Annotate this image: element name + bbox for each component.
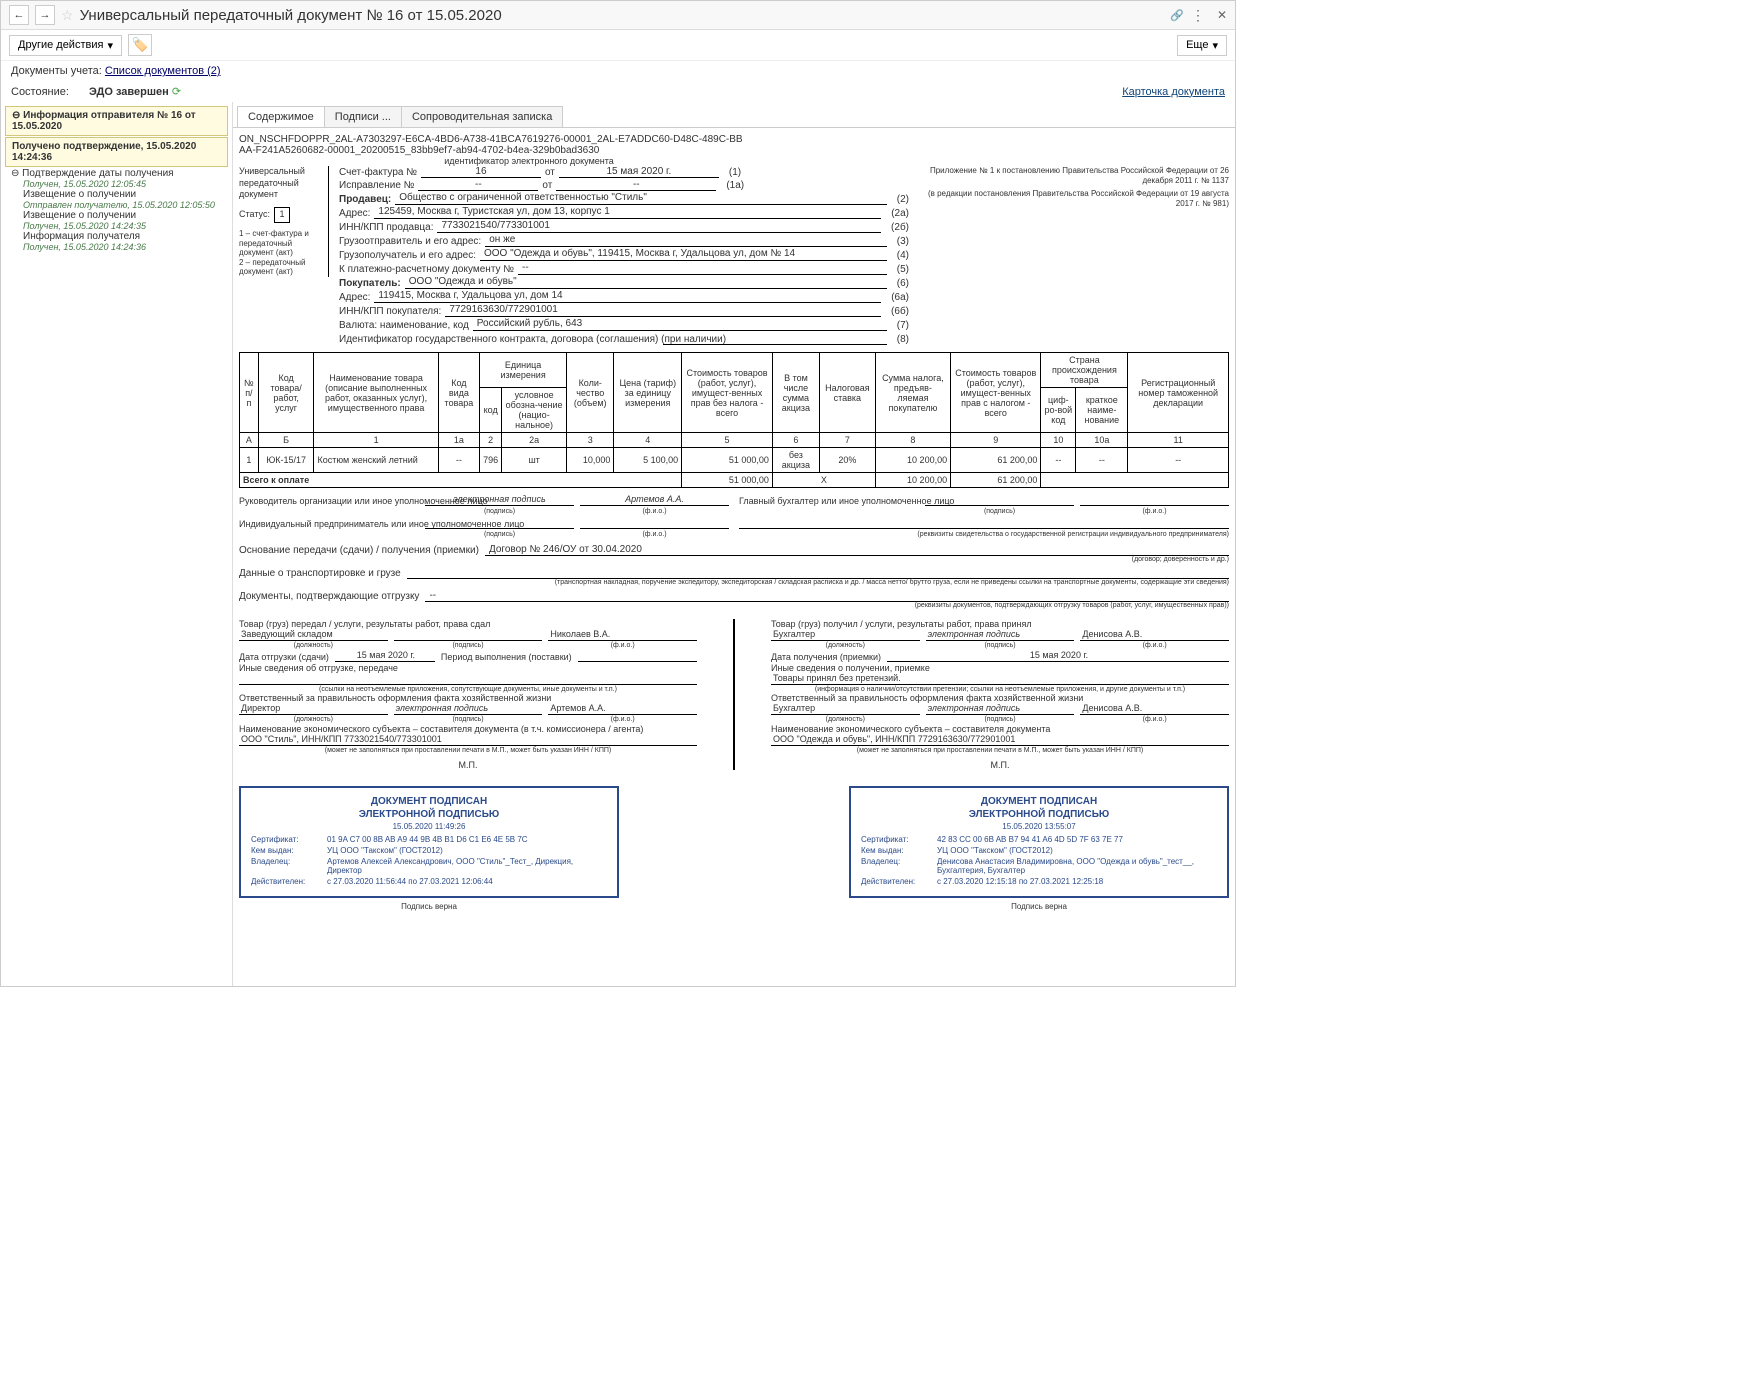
tabs: Содержимое Подписи ... Сопроводительная …: [233, 102, 1235, 128]
sidebar-confirm-date[interactable]: ⊖ Подтверждение даты получения: [5, 168, 228, 179]
nav-back-button[interactable]: ←: [9, 5, 29, 25]
tab-signatures[interactable]: Подписи ...: [324, 106, 402, 127]
titlebar: ← → ☆ Универсальный передаточный докумен…: [1, 1, 1235, 30]
more-button[interactable]: Еще ▾: [1177, 35, 1227, 56]
close-icon[interactable]: ✕: [1217, 8, 1227, 22]
link-icon[interactable]: 🔗: [1169, 7, 1185, 23]
upd-left-block: Универсальный передаточный документ Стат…: [239, 166, 329, 277]
tab-cover-note[interactable]: Сопроводительная записка: [401, 106, 563, 127]
sidebar: ⊖ Информация отправителя № 16 от 15.05.2…: [1, 102, 233, 986]
invoice-form: Счет-фактура №16от15 мая 2020 г.(1) Испр…: [339, 166, 909, 346]
chevron-down-icon: ▾: [107, 39, 113, 52]
document-card-link[interactable]: Карточка документа: [1122, 86, 1225, 98]
sidebar-notice-2[interactable]: Извещение о получении: [5, 210, 228, 221]
document-area: ON_NSCHFDOPPR_2AL-A7303297-E6CA-4BD6-A73…: [233, 128, 1235, 986]
toolbar: Другие действия ▾ 🏷️ Еще ▾: [1, 30, 1235, 61]
other-actions-button[interactable]: Другие действия ▾: [9, 35, 122, 56]
signature-stamp-2: ДОКУМЕНТ ПОДПИСАН ЭЛЕКТРОННОЙ ПОДПИСЬЮ 1…: [849, 786, 1229, 898]
items-table: № п/пКод товара/ работ, услуг Наименован…: [239, 352, 1229, 488]
signature-stamp-1: ДОКУМЕНТ ПОДПИСАН ЭЛЕКТРОННОЙ ПОДПИСЬЮ 1…: [239, 786, 619, 898]
table-row: 1ЮК-15/17Костюм женский летний--796шт10,…: [240, 448, 1229, 473]
window-title: Универсальный передаточный документ № 16…: [80, 7, 1163, 24]
transfer-right: Товар (груз) получил / услуги, результат…: [771, 619, 1229, 770]
status-box: 1: [274, 207, 290, 223]
tab-content[interactable]: Содержимое: [237, 106, 325, 127]
sidebar-notice-1[interactable]: Извещение о получении: [5, 189, 228, 200]
state-row: Состояние: ЭДО завершен ⟳ Карточка докум…: [1, 81, 1235, 102]
menu-icon[interactable]: ⋮: [1191, 7, 1205, 24]
sidebar-recipient-info[interactable]: Информация получателя: [5, 231, 228, 242]
refresh-icon[interactable]: ⟳: [172, 86, 181, 98]
tree-icon-button[interactable]: 🏷️: [128, 34, 152, 56]
state-value: ЭДО завершен: [89, 86, 169, 98]
transfer-left: Товар (груз) передал / услуги, результат…: [239, 619, 697, 770]
sidebar-confirm-received: Получено подтверждение, 15.05.2020 14:24…: [5, 137, 228, 167]
nav-forward-button[interactable]: →: [35, 5, 55, 25]
documents-accounting: Документы учета: Список документов (2): [1, 61, 1235, 81]
doc-id-line1: ON_NSCHFDOPPR_2AL-A7303297-E6CA-4BD6-A73…: [239, 134, 819, 145]
app-window: ← → ☆ Универсальный передаточный докумен…: [0, 0, 1236, 987]
doc-id-line2: AA-F241A5260682-00001_20200515_83bb9ef7-…: [239, 145, 819, 156]
favorite-icon[interactable]: ☆: [61, 7, 74, 24]
sidebar-sender-info[interactable]: ⊖ Информация отправителя № 16 от 15.05.2…: [5, 106, 228, 136]
documents-list-link[interactable]: Список документов (2): [105, 65, 221, 77]
